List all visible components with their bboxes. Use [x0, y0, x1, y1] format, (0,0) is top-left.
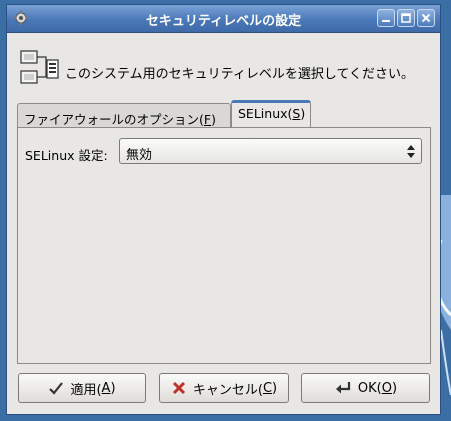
ok-button[interactable]: OK(O)	[301, 373, 430, 403]
cancel-button[interactable]: キャンセル(C)	[159, 373, 289, 403]
selinux-setting-select[interactable]: 無効	[119, 138, 422, 164]
computer-network-icon	[20, 50, 59, 84]
return-arrow-icon	[335, 382, 351, 394]
selinux-setting-value: 無効	[126, 148, 153, 163]
maximize-icon	[401, 13, 411, 23]
up-down-arrows-icon	[407, 145, 415, 158]
security-level-dialog: セキュリティレベルの設定 このシステム用のセキュリティレベルを選択してください。…	[6, 4, 441, 415]
selinux-panel: SELinux 設定: 無効	[17, 127, 431, 364]
minimize-icon	[382, 20, 390, 22]
minimize-button[interactable]	[377, 9, 395, 27]
selinux-setting-label: SELinux 設定:	[25, 148, 108, 163]
tab-selinux[interactable]: SELinux(S)	[231, 100, 311, 128]
tab-firewall-options[interactable]: ファイアウォールのオプション(F)	[17, 103, 231, 127]
apply-button[interactable]: 適用(A)	[18, 373, 146, 403]
header-instruction: このシステム用のセキュリティレベルを選択してください。	[65, 67, 415, 82]
checkmark-icon	[49, 382, 64, 395]
close-icon	[421, 13, 431, 23]
window-title: セキュリティレベルの設定	[145, 14, 302, 29]
maximize-button[interactable]	[397, 9, 415, 27]
titlebar: セキュリティレベルの設定	[7, 5, 440, 33]
close-button[interactable]	[417, 9, 435, 27]
close-x-icon	[172, 381, 185, 395]
